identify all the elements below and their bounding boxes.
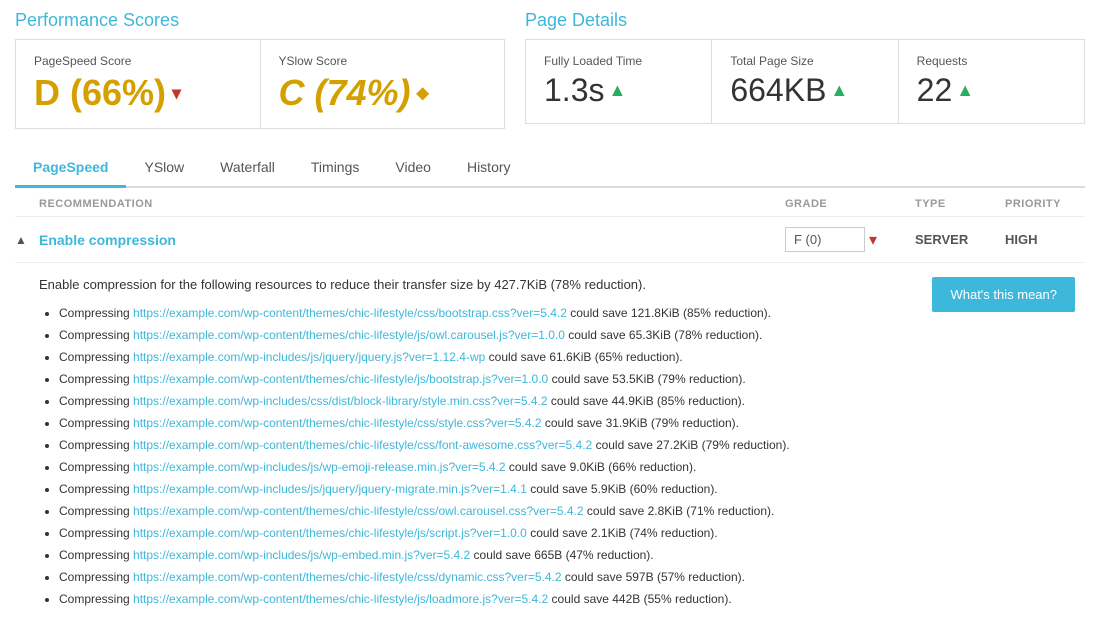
rec-description: Enable compression for the following res…: [39, 277, 932, 292]
tab-yslow[interactable]: YSlow: [126, 149, 202, 188]
resource-link[interactable]: https://example.com/wp-includes/js/wp-em…: [133, 548, 470, 562]
resource-link[interactable]: https://example.com/wp-content/themes/ch…: [133, 328, 565, 342]
tab-history[interactable]: History: [449, 149, 529, 188]
tabs-bar: PageSpeed YSlow Waterfall Timings Video …: [15, 149, 1085, 188]
list-item: Compressing https://example.com/wp-conte…: [59, 568, 932, 586]
list-item: Compressing https://example.com/wp-conte…: [59, 590, 932, 608]
fully-loaded-value: 1.3s ▲: [544, 72, 693, 109]
content-area: RECOMMENDATION GRADE TYPE PRIORITY ▲ Ena…: [15, 188, 1085, 626]
resource-link[interactable]: https://example.com/wp-content/themes/ch…: [133, 416, 542, 430]
resource-link[interactable]: https://example.com/wp-includes/js/jquer…: [133, 350, 485, 364]
grade-arrow: ▾: [869, 230, 877, 250]
list-item: Compressing https://example.com/wp-inclu…: [59, 546, 932, 564]
tab-pagespeed[interactable]: PageSpeed: [15, 149, 126, 188]
whats-this-button[interactable]: What's this mean?: [932, 277, 1075, 312]
list-item: Compressing https://example.com/wp-conte…: [59, 414, 932, 432]
resource-link[interactable]: https://example.com/wp-includes/css/dist…: [133, 394, 548, 408]
rec-toggle[interactable]: ▲: [15, 233, 39, 247]
list-item: Compressing https://example.com/wp-conte…: [59, 326, 932, 344]
recommendation-row: ▲ Enable compression ▾ SERVER HIGH: [15, 217, 1085, 263]
th-type: TYPE: [915, 198, 1005, 210]
total-size-value: 664KB ▲: [730, 72, 879, 109]
resource-link[interactable]: https://example.com/wp-content/themes/ch…: [133, 372, 548, 386]
page-details-title: Page Details: [525, 10, 1085, 31]
list-item: Compressing https://example.com/wp-conte…: [59, 502, 932, 520]
resource-link[interactable]: https://example.com/wp-content/themes/ch…: [133, 504, 584, 518]
resource-link[interactable]: https://example.com/wp-includes/js/jquer…: [133, 482, 527, 496]
resource-link[interactable]: https://example.com/wp-content/themes/ch…: [133, 592, 548, 606]
requests-number: 22: [917, 72, 953, 109]
yslow-score-card: YSlow Score C (74%) ◆: [261, 40, 505, 128]
yslow-label: YSlow Score: [279, 54, 487, 68]
pagespeed-label: PageSpeed Score: [34, 54, 242, 68]
list-item: Compressing https://example.com/wp-conte…: [59, 304, 932, 322]
resource-link[interactable]: https://example.com/wp-content/themes/ch…: [133, 306, 567, 320]
th-priority: PRIORITY: [1005, 198, 1085, 210]
tab-timings[interactable]: Timings: [293, 149, 378, 188]
fully-loaded-card: Fully Loaded Time 1.3s ▲: [526, 40, 712, 123]
list-item: Compressing https://example.com/wp-conte…: [59, 370, 932, 388]
list-item: Compressing https://example.com/wp-inclu…: [59, 392, 932, 410]
requests-arrow: ▲: [956, 80, 974, 101]
th-recommendation: RECOMMENDATION: [15, 198, 785, 210]
table-header: RECOMMENDATION GRADE TYPE PRIORITY: [15, 188, 1085, 217]
rec-name: Enable compression: [39, 232, 785, 248]
fully-loaded-arrow: ▲: [608, 80, 626, 101]
resource-link[interactable]: https://example.com/wp-content/themes/ch…: [133, 438, 592, 452]
grade-input[interactable]: [785, 227, 865, 252]
resource-link[interactable]: https://example.com/wp-content/themes/ch…: [133, 526, 527, 540]
tab-video[interactable]: Video: [377, 149, 449, 188]
rec-list: Compressing https://example.com/wp-conte…: [39, 304, 932, 608]
rec-type: SERVER: [915, 232, 1005, 247]
fully-loaded-number: 1.3s: [544, 72, 604, 109]
yslow-indicator[interactable]: ◆: [417, 83, 429, 103]
total-size-card: Total Page Size 664KB ▲: [712, 40, 898, 123]
list-item: Compressing https://example.com/wp-inclu…: [59, 458, 932, 476]
tab-waterfall[interactable]: Waterfall: [202, 149, 293, 188]
total-size-arrow: ▲: [830, 80, 848, 101]
requests-card: Requests 22 ▲: [899, 40, 1084, 123]
resource-link[interactable]: https://example.com/wp-includes/js/wp-em…: [133, 460, 506, 474]
requests-value: 22 ▲: [917, 72, 1066, 109]
total-size-label: Total Page Size: [730, 54, 879, 68]
pagespeed-grade: D (66%): [34, 72, 166, 114]
list-item: Compressing https://example.com/wp-conte…: [59, 436, 932, 454]
th-grade: GRADE: [785, 198, 915, 210]
list-item: Compressing https://example.com/wp-inclu…: [59, 348, 932, 366]
pagespeed-arrow[interactable]: ▾: [172, 83, 181, 104]
fully-loaded-label: Fully Loaded Time: [544, 54, 693, 68]
requests-label: Requests: [917, 54, 1066, 68]
list-item: Compressing https://example.com/wp-conte…: [59, 524, 932, 542]
resource-link[interactable]: https://example.com/wp-content/themes/ch…: [133, 570, 562, 584]
rec-details: Enable compression for the following res…: [15, 263, 1085, 626]
performance-scores-title: Performance Scores: [15, 10, 505, 31]
total-size-number: 664KB: [730, 72, 826, 109]
pagespeed-value: D (66%) ▾: [34, 72, 242, 114]
rec-priority: HIGH: [1005, 232, 1085, 247]
yslow-grade: C (74%): [279, 72, 411, 114]
list-item: Compressing https://example.com/wp-inclu…: [59, 480, 932, 498]
grade-cell: ▾: [785, 227, 915, 252]
yslow-value: C (74%) ◆: [279, 72, 487, 114]
pagespeed-score-card: PageSpeed Score D (66%) ▾: [16, 40, 261, 128]
